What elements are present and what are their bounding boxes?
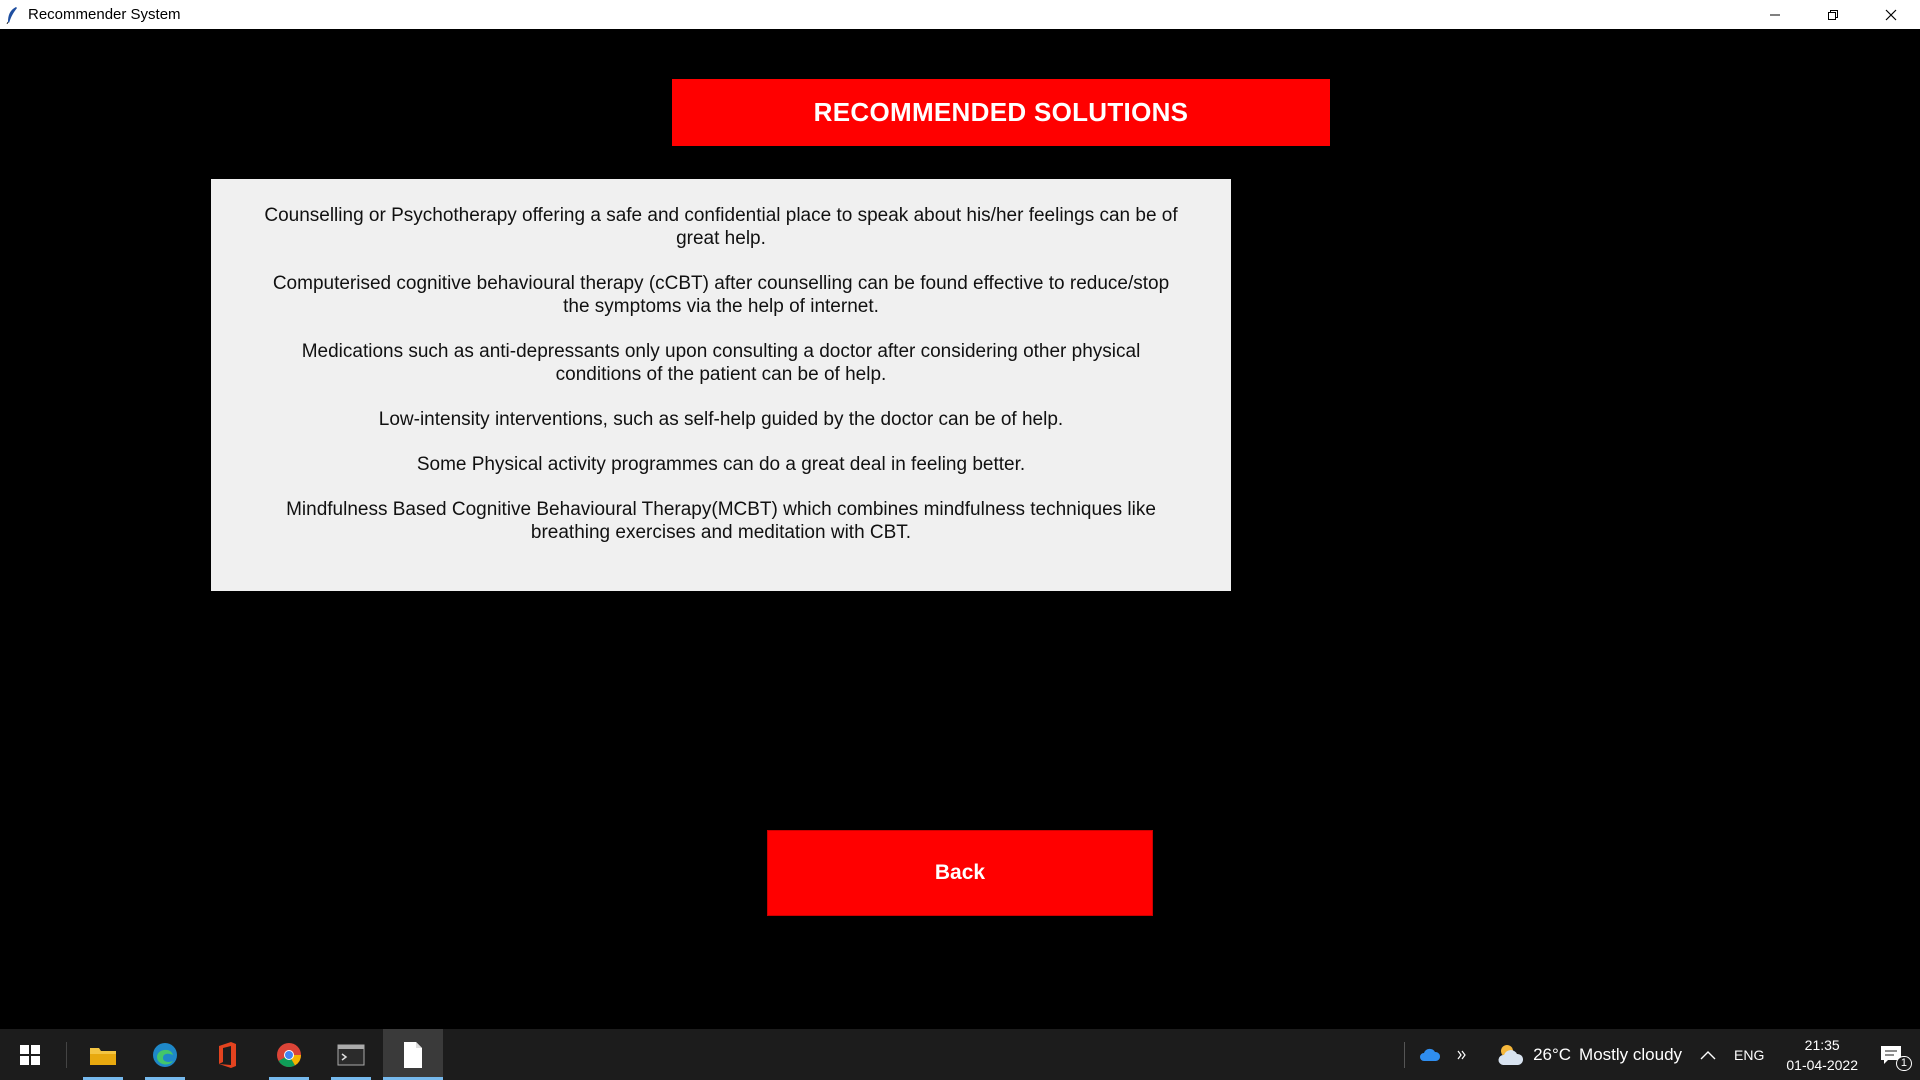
document-icon [404, 1041, 422, 1068]
solutions-panel: Counselling or Psychotherapy offering a … [211, 179, 1231, 591]
terminal-icon [337, 1044, 365, 1065]
clock[interactable]: 21:35 01-04-2022 [1772, 1035, 1872, 1075]
close-button[interactable] [1862, 0, 1920, 29]
partly-cloudy-icon [1498, 1044, 1524, 1065]
window-controls [1746, 0, 1920, 29]
back-button[interactable]: Back [767, 830, 1153, 916]
office-icon [219, 1041, 236, 1068]
close-icon [1885, 9, 1897, 20]
solution-item: Counselling or Psychotherapy offering a … [264, 205, 1178, 249]
solution-item: Medications such as anti-depressants onl… [301, 341, 1141, 385]
show-hidden-icons-button[interactable] [1690, 1050, 1726, 1060]
weather-widget[interactable]: 26°C Mostly cloudy [1489, 1043, 1690, 1067]
double-chevron-icon [1457, 1050, 1466, 1059]
taskbar-app-edge[interactable] [135, 1029, 195, 1080]
taskbar-app-office[interactable] [197, 1029, 257, 1080]
overflow-button[interactable] [1449, 1050, 1489, 1060]
language-indicator[interactable]: ENG [1726, 1047, 1772, 1063]
windows-icon [20, 1044, 40, 1065]
clock-date: 01-04-2022 [1786, 1056, 1858, 1073]
solution-item: Some Physical activity programmes can do… [416, 454, 1026, 475]
taskbar: 26°C Mostly cloudy ENG 21:35 01-04-2022 … [0, 1029, 1920, 1080]
window-titlebar: Recommender System [0, 0, 1920, 29]
taskbar-app-terminal[interactable] [321, 1029, 381, 1080]
chrome-icon [277, 1042, 301, 1067]
clock-time: 21:35 [1804, 1036, 1840, 1053]
weather-condition: Mostly cloudy [1579, 1044, 1683, 1064]
taskbar-app-chrome[interactable] [259, 1029, 319, 1080]
notification-center-button[interactable]: 1 [1872, 1045, 1920, 1071]
cloud-icon [1420, 1048, 1441, 1061]
edge-icon [153, 1042, 177, 1067]
tray-separator [1404, 1041, 1406, 1068]
app-client-area: RECOMMENDED SOLUTIONS Counselling or Psy… [0, 29, 1920, 1029]
chevron-up-icon [1700, 1050, 1716, 1059]
taskbar-app-file-explorer[interactable] [73, 1029, 133, 1080]
file-explorer-icon [90, 1047, 116, 1065]
solution-item: Mindfulness Based Cognitive Behavioural … [286, 499, 1156, 543]
solution-item: Low-intensity interventions, such as sel… [378, 409, 1064, 430]
start-button[interactable] [0, 1029, 60, 1080]
minimize-button[interactable] [1746, 0, 1804, 29]
page-title: RECOMMENDED SOLUTIONS [672, 79, 1330, 146]
restore-icon [1828, 9, 1838, 20]
solution-item: Computerised cognitive behavioural thera… [272, 273, 1170, 317]
notification-count-badge: 1 [1895, 1055, 1912, 1071]
weather-temperature: 26°C [1533, 1044, 1572, 1064]
system-tray: 26°C Mostly cloudy ENG 21:35 01-04-2022 … [1398, 1029, 1920, 1080]
restore-button[interactable] [1804, 0, 1862, 29]
feather-icon [6, 5, 20, 25]
onedrive-button[interactable] [1411, 1048, 1449, 1062]
minimize-icon [1770, 14, 1780, 15]
taskbar-app-document[interactable] [383, 1029, 443, 1080]
taskbar-separator [66, 1041, 67, 1068]
window-title: Recommender System [28, 6, 181, 23]
